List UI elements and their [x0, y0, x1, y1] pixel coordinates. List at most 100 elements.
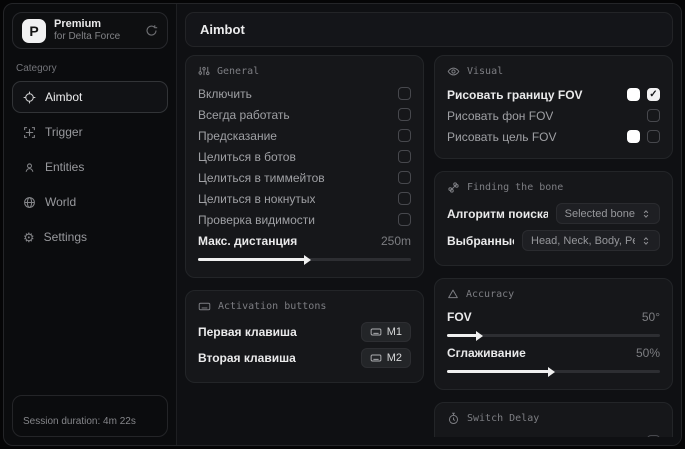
general-card: General Включить Всегда работать Предска… [185, 55, 424, 278]
sidebar-item-label: Aimbot [45, 90, 82, 104]
eye-icon [447, 65, 460, 78]
slider-row: Сглаживание 50% [447, 342, 660, 363]
sidebar-item-label: Entities [45, 160, 84, 174]
color-swatch[interactable] [627, 130, 640, 143]
max-distance-slider[interactable] [198, 258, 411, 261]
visual-label: Рисовать цель FOV [447, 130, 557, 144]
activation-buttons-card: Activation buttons Первая клавиша M1 Вто… [185, 290, 424, 383]
switch-delay-card: Switch Delay Задержка переключения Задер… [434, 402, 673, 437]
checkbox[interactable] [398, 192, 411, 205]
activation-card-title: Activation buttons [198, 300, 411, 313]
slider-row: Макс. дистанция 250m [198, 230, 411, 251]
toggle-label: Включить [198, 87, 252, 101]
select-row: Алгоритм поиска костей Selected bone [447, 200, 660, 227]
keybind-button-m1[interactable]: M1 [361, 322, 411, 342]
sidebar-item-settings[interactable]: ⚙ Settings [12, 221, 168, 253]
sidebar-item-world[interactable]: World [12, 186, 168, 218]
sidebar-item-entities[interactable]: Entities [12, 151, 168, 183]
brand-logo: P [22, 19, 46, 43]
visual-row: Рисовать фон FOV [447, 105, 660, 126]
visual-card-title: Visual [447, 65, 660, 78]
select-label: Выбранные кости [447, 234, 514, 248]
toggle-row: Включить [198, 83, 411, 104]
slider-value: 50° [642, 310, 660, 324]
slider-row: FOV 50° [447, 306, 660, 327]
keybind-row: Первая клавиша M1 [198, 319, 411, 345]
slider-label: FOV [447, 310, 472, 324]
toggle-label: Предсказание [198, 129, 277, 143]
keyboard-icon [370, 352, 382, 364]
keybind-button-m2[interactable]: M2 [361, 348, 411, 368]
sidebar-item-label: Trigger [45, 125, 83, 139]
brand-card: P Premium for Delta Force [12, 12, 168, 49]
person-scan-icon [23, 161, 36, 174]
select-row: Выбранные кости Head, Neck, Body, Pe.. [447, 227, 660, 254]
toggle-row: Задержка переключения [447, 431, 660, 437]
smoothing-slider[interactable] [447, 370, 660, 373]
page-title: Aimbot [185, 12, 673, 47]
session-duration-label: Session duration: 4m 22s [23, 416, 136, 427]
select-label: Алгоритм поиска костей [447, 207, 548, 221]
sync-icon[interactable] [145, 24, 158, 37]
slider-label: Макс. дистанция [198, 234, 297, 248]
gear-icon: ⚙ [23, 231, 35, 244]
selected-bones-select[interactable]: Head, Neck, Body, Pe.. [522, 230, 660, 251]
brand-title: Premium [54, 18, 120, 31]
sidebar-item-trigger[interactable]: Trigger [12, 116, 168, 148]
toggle-label: Проверка видимости [198, 213, 315, 227]
fov-slider[interactable] [447, 334, 660, 337]
finding-bone-card: Finding the bone Алгоритм поиска костей … [434, 171, 673, 266]
accuracy-card: Accuracy FOV 50° Сглаживание 50% [434, 278, 673, 390]
keyboard-icon [370, 326, 382, 338]
brand-subtitle: for Delta Force [54, 31, 120, 43]
slider-value: 250m [381, 234, 411, 248]
bone-algorithm-select[interactable]: Selected bone [556, 203, 660, 224]
session-duration-box: Session duration: 4m 22s [12, 395, 168, 437]
checkbox[interactable] [398, 108, 411, 121]
toggle-row: Всегда работать [198, 104, 411, 125]
sidebar-item-label: Settings [44, 230, 87, 244]
stopwatch-icon [447, 412, 460, 425]
checkbox[interactable] [647, 130, 660, 143]
switch-delay-card-title: Switch Delay [447, 412, 660, 425]
checkbox[interactable] [647, 109, 660, 122]
keybind-label: Вторая клавиша [198, 351, 296, 365]
checkbox[interactable] [398, 87, 411, 100]
bone-icon [447, 181, 460, 194]
toggle-row: Проверка видимости [198, 209, 411, 230]
trigger-icon [23, 126, 36, 139]
toggle-label: Целиться в тиммейтов [198, 171, 325, 185]
accuracy-card-title: Accuracy [447, 288, 660, 300]
toggle-label: Всегда работать [198, 108, 290, 122]
toggle-row: Целиться в ботов [198, 146, 411, 167]
crosshair-icon [23, 91, 36, 104]
checkbox[interactable] [398, 213, 411, 226]
toggle-row: Предсказание [198, 125, 411, 146]
slider-value: 50% [636, 346, 660, 360]
app-window: P Premium for Delta Force Category Aimbo… [3, 3, 682, 446]
category-label: Category [16, 63, 164, 74]
toggle-label: Целиться в нокнутых [198, 192, 315, 206]
globe-icon [23, 196, 36, 209]
sidebar-item-aimbot[interactable]: Aimbot [12, 81, 168, 113]
sliders-icon [198, 65, 210, 77]
unfold-icon [641, 236, 651, 246]
bone-card-title: Finding the bone [447, 181, 660, 194]
triangle-icon [447, 288, 459, 300]
checkbox[interactable] [647, 435, 660, 437]
checkbox[interactable] [398, 129, 411, 142]
slider-label: Сглаживание [447, 346, 526, 360]
keybind-label: Первая клавиша [198, 325, 297, 339]
visual-card: Visual Рисовать границу FOV ✓ Рисовать ф… [434, 55, 673, 159]
color-swatch[interactable] [627, 88, 640, 101]
visual-label: Рисовать границу FOV [447, 88, 583, 102]
unfold-icon [641, 209, 651, 219]
checkbox[interactable] [398, 171, 411, 184]
visual-row: Рисовать цель FOV [447, 126, 660, 147]
toggle-row: Целиться в нокнутых [198, 188, 411, 209]
keyboard-icon [198, 300, 211, 313]
checkbox[interactable]: ✓ [647, 88, 660, 101]
checkbox[interactable] [398, 150, 411, 163]
toggle-row: Целиться в тиммейтов [198, 167, 411, 188]
toggle-label: Целиться в ботов [198, 150, 296, 164]
